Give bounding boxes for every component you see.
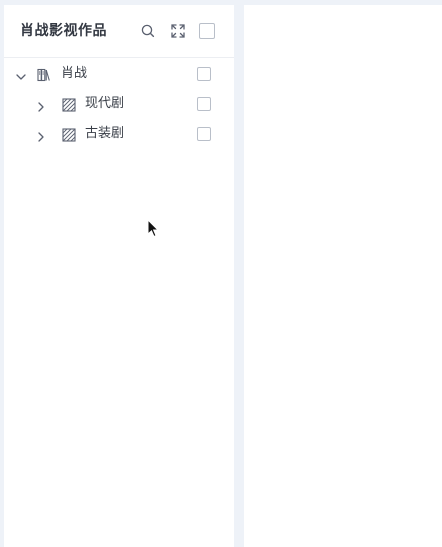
tree-node-child[interactable]: 古装剧	[4, 119, 234, 149]
tree-node-checkbox[interactable]	[197, 67, 211, 81]
tree-node-label: 现代剧	[85, 96, 125, 111]
tree-panel: 肖战影视作品 肖战 现代剧 古装剧	[4, 5, 234, 547]
app-window: 肖战影视作品 肖战 现代剧 古装剧	[0, 0, 442, 547]
chevron-down-icon[interactable]	[15, 68, 27, 80]
category-icon	[62, 127, 76, 142]
category-icon	[62, 97, 76, 112]
content-panel	[244, 5, 442, 547]
panel-header: 肖战影视作品	[4, 5, 234, 58]
tree-node-label: 古装剧	[85, 126, 125, 141]
chevron-right-icon[interactable]	[35, 98, 47, 112]
chevron-right-icon[interactable]	[35, 128, 47, 142]
mouse-cursor-icon	[147, 218, 161, 239]
search-icon[interactable]	[140, 23, 156, 39]
fullscreen-icon[interactable]	[170, 23, 186, 39]
select-all-checkbox[interactable]	[199, 23, 215, 39]
tree-node-child[interactable]: 现代剧	[4, 89, 234, 119]
panel-title: 肖战影视作品	[20, 23, 107, 39]
tree-node-checkbox[interactable]	[197, 97, 211, 111]
tree-node-label: 肖战	[61, 66, 88, 81]
tree-node-checkbox[interactable]	[197, 127, 211, 141]
tree-node-root[interactable]: 肖战	[4, 59, 234, 89]
library-icon	[37, 67, 51, 82]
